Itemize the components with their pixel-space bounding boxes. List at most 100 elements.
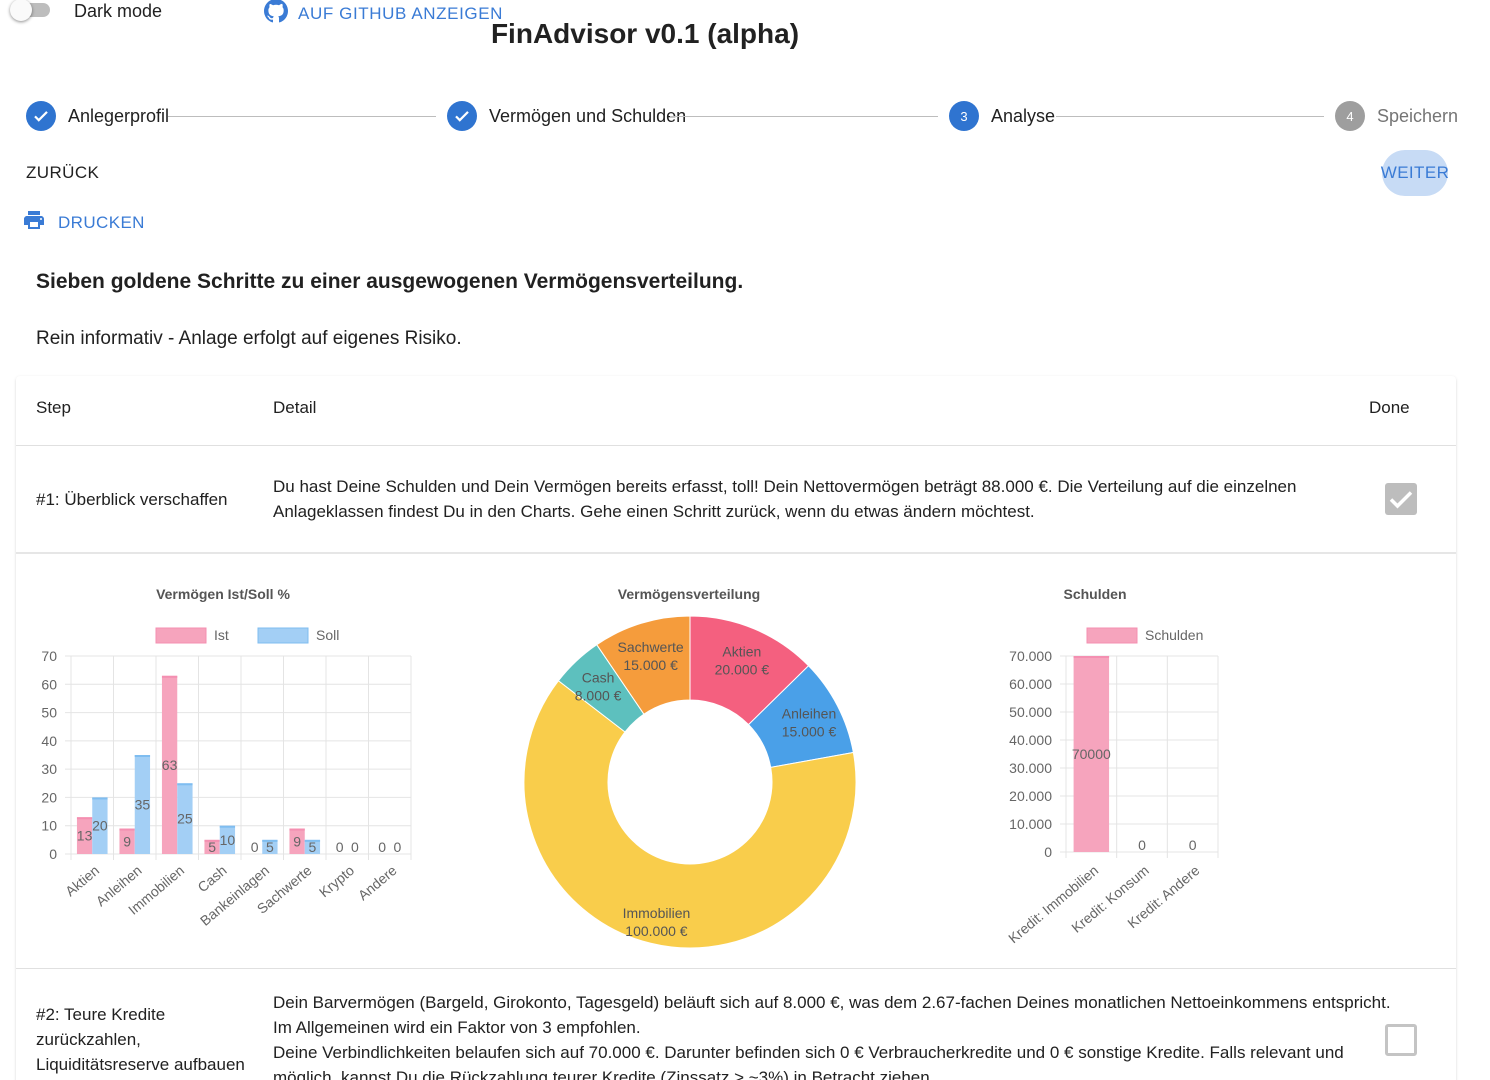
toggle-track xyxy=(10,0,50,21)
step-vermoegen[interactable]: Vermögen und Schulden xyxy=(447,101,686,131)
data-label: 10 xyxy=(220,832,236,848)
slice-value-label: 15.000 € xyxy=(623,657,678,673)
detail-line: Anlageklassen findest Du in den Charts. … xyxy=(273,502,1035,521)
slice-value-label: 20.000 € xyxy=(715,661,770,677)
y-tick-label: 30.000 xyxy=(1009,760,1052,776)
y-tick-label: 50.000 xyxy=(1009,704,1052,720)
step-label: Anlegerprofil xyxy=(68,105,170,126)
print-button[interactable]: DRUCKEN xyxy=(22,208,145,237)
bar-top xyxy=(177,783,193,786)
print-label: DRUCKEN xyxy=(58,212,145,232)
bar-top xyxy=(119,828,135,831)
step-anlegerprofil[interactable]: Anlegerprofil xyxy=(26,101,169,131)
row1-done-checkbox[interactable] xyxy=(1385,483,1417,515)
step-label: Analyse xyxy=(991,105,1056,126)
data-label: 0 xyxy=(394,839,402,855)
row2-done-checkbox[interactable] xyxy=(1385,1024,1417,1056)
check-icon xyxy=(26,101,56,131)
legend-swatch xyxy=(155,627,207,644)
slice-name-label: Cash xyxy=(582,669,615,685)
y-tick-label: 10.000 xyxy=(1009,816,1052,832)
next-button[interactable]: WEITER xyxy=(1381,150,1449,196)
x-tick-label: Andere xyxy=(355,862,400,903)
legend-label: Schulden xyxy=(1145,627,1203,643)
y-tick-label: 30 xyxy=(41,761,57,777)
slice-name-label: Immobilien xyxy=(623,905,691,921)
slice-value-label: 100.000 € xyxy=(625,923,687,939)
slice-name-label: Aktien xyxy=(722,643,761,659)
page-headline: Sieben goldene Schritte zu einer ausgewo… xyxy=(36,270,744,293)
x-tick-label: Kredit: Immobilien xyxy=(1005,862,1101,946)
step-analyse[interactable]: 3 Analyse xyxy=(949,101,1055,131)
detail-line: Du hast Deine Schulden und Dein Vermögen… xyxy=(273,477,1297,496)
y-tick-label: 10 xyxy=(41,818,57,834)
legend-label: Soll xyxy=(316,627,339,643)
step-speichern[interactable]: 4 Speichern xyxy=(1335,101,1458,131)
data-label: 5 xyxy=(309,839,317,855)
y-tick-label: 50 xyxy=(41,705,57,721)
data-label: 25 xyxy=(177,811,193,827)
bar-top xyxy=(161,675,178,678)
data-label: 0 xyxy=(378,839,386,855)
bar-top xyxy=(92,797,108,800)
detail-line: Dein Barvermögen (Bargeld, Girokonto, Ta… xyxy=(273,993,1391,1012)
y-tick-label: 0 xyxy=(49,846,57,862)
bar-top xyxy=(219,825,236,828)
back-button[interactable]: ZURÜCK xyxy=(26,163,99,183)
step-connector xyxy=(670,116,938,117)
data-label: 0 xyxy=(351,839,359,855)
row1-detail: Du hast Deine Schulden und Dein Vermögen… xyxy=(273,474,1296,524)
bar-top xyxy=(1073,656,1110,658)
slice-value-label: 8.000 € xyxy=(575,687,622,703)
data-label: 9 xyxy=(123,833,131,849)
disclaimer-text: Rein informativ - Anlage erfolgt auf eig… xyxy=(36,328,462,349)
donut-chart-verteilung: Aktien 20.000 € Anleihen 15.000 € Immobilien… xyxy=(523,615,857,949)
x-tick-label: Cash xyxy=(194,862,229,895)
step-number: 4 xyxy=(1335,101,1365,131)
legend-swatch xyxy=(257,627,309,644)
y-tick-label: 40.000 xyxy=(1009,732,1052,748)
data-label: 13 xyxy=(77,828,93,844)
y-tick-label: 70.000 xyxy=(1009,648,1052,664)
header-divider xyxy=(16,445,1456,446)
bar-top xyxy=(289,828,305,831)
step-line: zurückzahlen, xyxy=(36,1030,141,1049)
y-tick-label: 70 xyxy=(41,648,57,664)
row-divider xyxy=(16,552,1456,554)
chart-title-schulden: Schulden xyxy=(1063,586,1127,602)
y-tick-label: 60 xyxy=(41,676,57,692)
check-icon xyxy=(1389,491,1413,509)
data-label: 5 xyxy=(208,839,216,855)
header-detail: Detail xyxy=(273,398,317,417)
step-connector xyxy=(168,116,436,117)
app-title: FinAdvisor v0.1 (alpha) xyxy=(490,18,800,49)
data-label: 0 xyxy=(1138,837,1146,853)
row-divider xyxy=(16,968,1456,969)
legend-swatch xyxy=(1086,627,1138,644)
slice-value-label: 15.000 € xyxy=(782,723,837,739)
data-label: 70000 xyxy=(1072,746,1111,762)
row2-step: #2: Teure Kredite zurückzahlen, Liquidit… xyxy=(36,1002,245,1077)
data-label: 63 xyxy=(162,757,178,773)
detail-line: Im Allgemeinen wird ein Faktor von 3 emp… xyxy=(273,1018,641,1037)
data-label: 20 xyxy=(92,818,108,834)
step-label: Vermögen und Schulden xyxy=(489,105,687,126)
bar-chart-vermoegen: Ist Soll0102030405060701320Aktien935Anlei… xyxy=(41,627,412,929)
legend-label: Ist xyxy=(214,627,229,643)
detail-line: möglich, kannst Du die Rückzahlung teure… xyxy=(273,1068,935,1080)
header-step: Step xyxy=(36,398,71,417)
detail-line: Deine Verbindlichkeiten belaufen sich au… xyxy=(273,1043,1344,1062)
y-tick-label: 20.000 xyxy=(1009,788,1052,804)
y-tick-label: 60.000 xyxy=(1009,676,1052,692)
step-line: Liquiditätsreserve aufbauen xyxy=(36,1055,245,1074)
data-label: 9 xyxy=(293,833,301,849)
y-tick-label: 0 xyxy=(1044,844,1052,860)
data-label: 35 xyxy=(135,797,151,813)
data-label: 5 xyxy=(266,839,274,855)
step-label: Speichern xyxy=(1377,105,1459,126)
slice-name-label: Anleihen xyxy=(782,705,837,721)
bar-top xyxy=(76,817,93,820)
header-done: Done xyxy=(1369,398,1410,417)
step-connector xyxy=(1056,116,1324,117)
y-tick-label: 20 xyxy=(41,789,57,805)
